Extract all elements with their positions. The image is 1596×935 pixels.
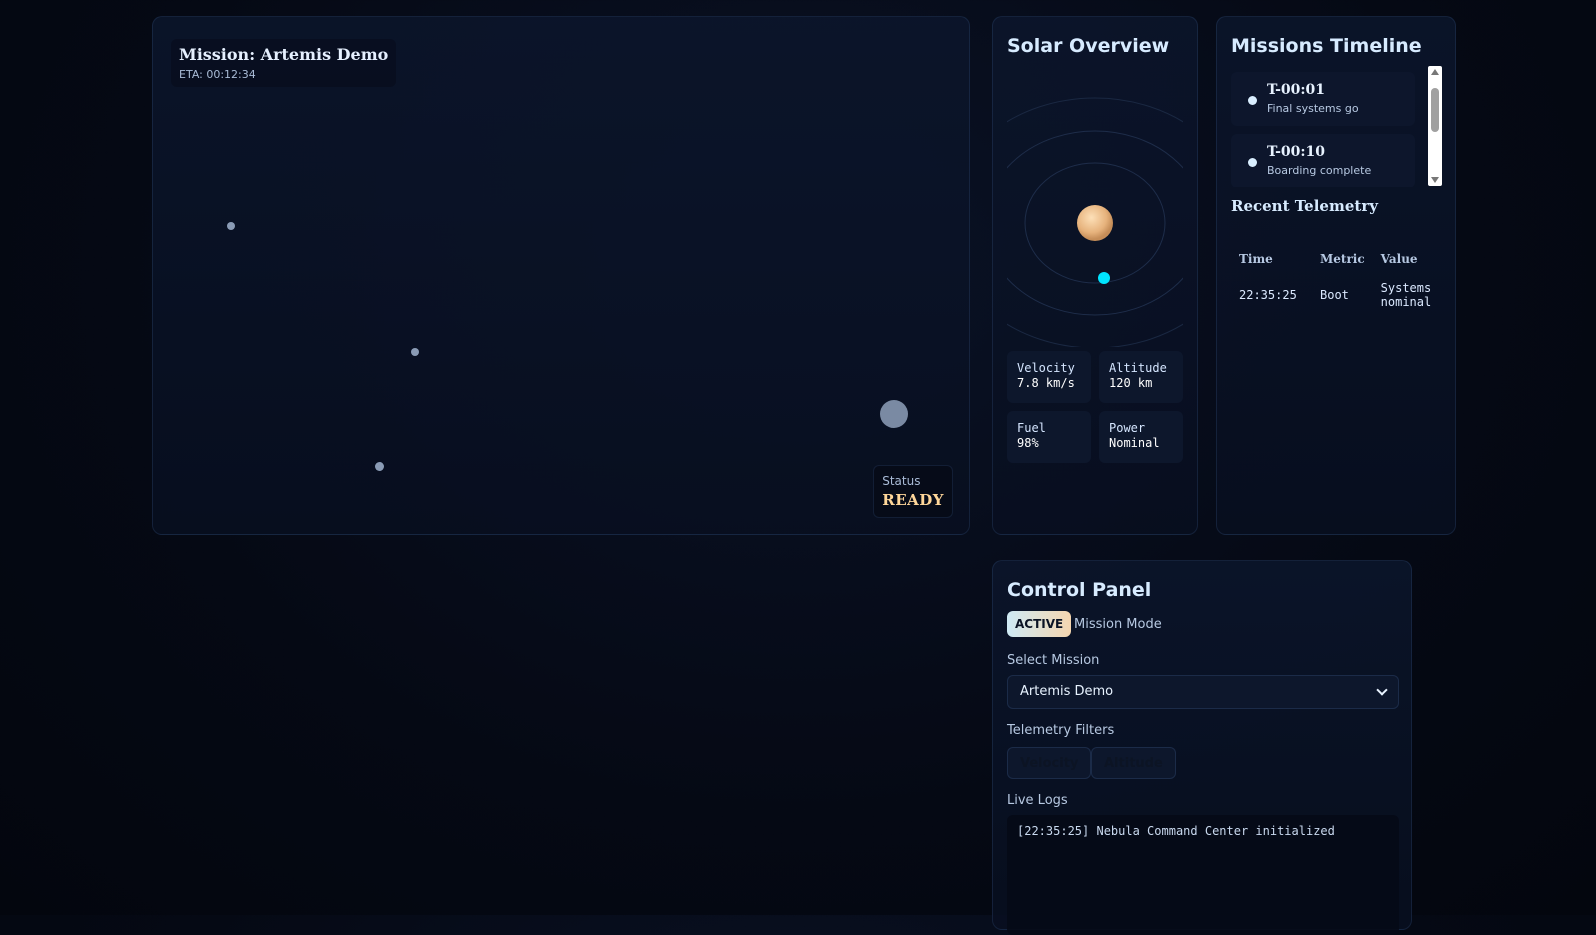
timeline-dot-icon xyxy=(1248,96,1257,105)
telemetry-header-time: Time xyxy=(1239,252,1273,266)
stat-fuel: Fuel 98% xyxy=(1007,411,1091,463)
sun-icon xyxy=(1077,205,1113,241)
mode-label: Mission Mode xyxy=(1074,617,1162,632)
timeline-list[interactable]: T-00:01 Final systems go T-00:10 Boardin… xyxy=(1231,65,1441,187)
telemetry-table: Time Metric Value 22:35:25 Boot Systems … xyxy=(1231,247,1445,319)
solar-overview-panel: Solar Overview Velocity 7.8 km/s Altitud… xyxy=(992,16,1198,535)
timeline-dot-icon xyxy=(1248,158,1257,167)
stat-power: Power Nominal xyxy=(1099,411,1183,463)
chevron-down-icon xyxy=(1376,684,1388,696)
timeline-item[interactable]: T-00:01 Final systems go xyxy=(1231,72,1415,126)
solar-system-diagram xyxy=(1007,97,1183,347)
mission-select[interactable]: Artemis Demo xyxy=(1007,675,1399,709)
telemetry-header-value: Value xyxy=(1380,252,1418,266)
timeline-scrollbar[interactable] xyxy=(1428,66,1442,186)
status-value: READY xyxy=(882,491,944,509)
mission-eta: ETA: 00:12:34 xyxy=(179,68,256,81)
mode-badge[interactable]: ACTIVE xyxy=(1007,611,1072,637)
mission-title: Mission: Artemis Demo xyxy=(179,45,389,64)
missions-timeline-panel: Missions Timeline T-00:01 Final systems … xyxy=(1216,16,1456,535)
timeline-item[interactable]: T-00:10 Boarding complete xyxy=(1231,134,1415,187)
control-panel-title: Control Panel xyxy=(1007,579,1152,601)
scroll-down-icon[interactable] xyxy=(1431,177,1439,183)
stat-altitude: Altitude 120 km xyxy=(1099,351,1183,403)
telemetry-filters-label: Telemetry Filters xyxy=(1007,723,1115,738)
recent-telemetry-title: Recent Telemetry xyxy=(1231,197,1378,215)
map-object-3[interactable] xyxy=(375,462,384,471)
map-object-2[interactable] xyxy=(411,348,419,356)
scroll-up-icon[interactable] xyxy=(1431,69,1439,75)
live-logs-label: Live Logs xyxy=(1007,793,1068,808)
stat-velocity: Velocity 7.8 km/s xyxy=(1007,351,1091,403)
filter-velocity-button[interactable]: Velocity xyxy=(1007,747,1092,779)
table-row: 22:35:25 Boot Systems nominal xyxy=(1239,281,1432,309)
mission-info-box: Mission: Artemis Demo ETA: 00:12:34 xyxy=(171,39,397,87)
mission-map-panel[interactable]: Mission: Artemis Demo ETA: 00:12:34 Stat… xyxy=(152,16,970,535)
map-object-1[interactable] xyxy=(227,222,235,230)
map-object-4[interactable] xyxy=(880,400,908,428)
status-box: Status READY xyxy=(873,465,953,518)
telemetry-header-metric: Metric xyxy=(1320,252,1365,266)
scroll-thumb[interactable] xyxy=(1431,88,1439,132)
missions-timeline-title: Missions Timeline xyxy=(1231,35,1422,57)
solar-overview-title: Solar Overview xyxy=(1007,35,1170,57)
live-logs[interactable]: [22:35:25] Nebula Command Center initial… xyxy=(1007,815,1399,935)
select-mission-label: Select Mission xyxy=(1007,653,1100,668)
log-line: [22:35:25] Nebula Command Center initial… xyxy=(1017,824,1335,838)
spacecraft-marker-icon xyxy=(1098,272,1110,284)
control-panel: Control Panel ACTIVE Mission Mode Select… xyxy=(992,560,1412,935)
filter-altitude-button[interactable]: Altitude xyxy=(1091,747,1176,779)
status-label: Status xyxy=(882,474,921,488)
